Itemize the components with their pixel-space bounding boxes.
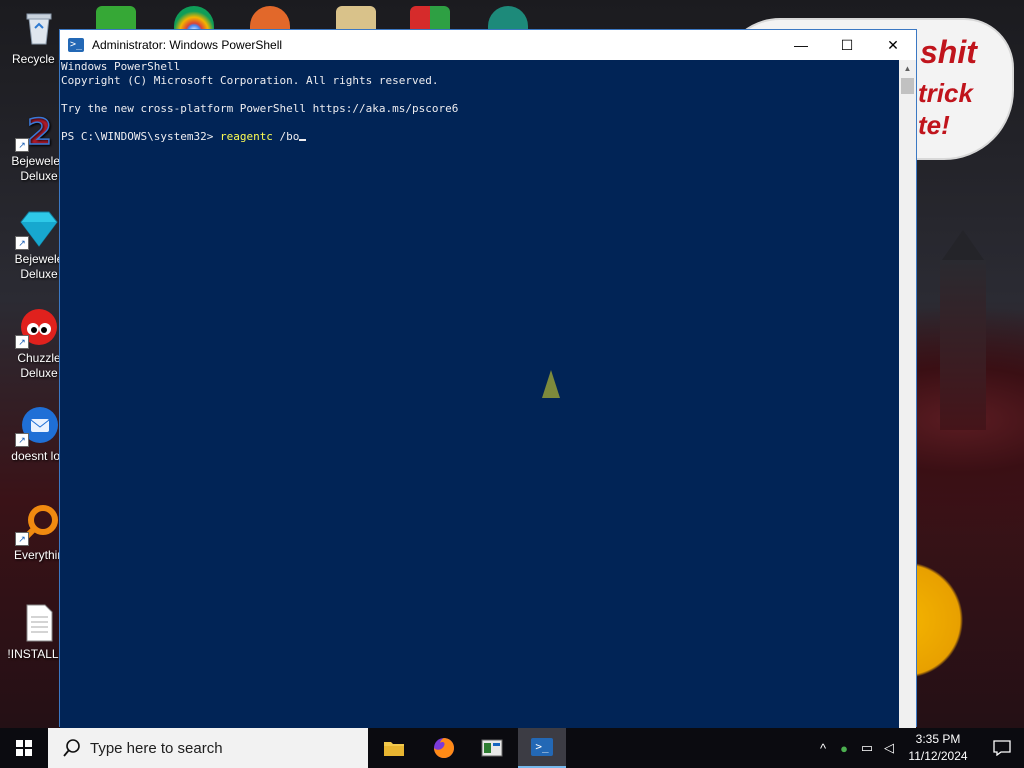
shortcut-arrow-icon: ↗ xyxy=(15,532,29,546)
console-line: Try the new cross-platform PowerShell ht… xyxy=(61,102,459,115)
taskbar-search-box[interactable]: Type here to search xyxy=(48,728,368,768)
chevron-up-icon[interactable]: ^ xyxy=(814,741,832,756)
windows-logo-icon xyxy=(16,740,32,756)
powershell-icon: >_ xyxy=(531,738,553,756)
powershell-window[interactable]: >_ Administrator: Windows PowerShell — ☐… xyxy=(59,29,917,728)
clock-time: 3:35 PM xyxy=(915,732,961,746)
taskbar-powershell[interactable]: >_ xyxy=(518,728,566,768)
taskbar-clock[interactable]: 3:35 PM 11/12/2024 xyxy=(906,731,970,765)
folder-icon xyxy=(384,742,404,756)
wallpaper-text-3: te! xyxy=(918,110,950,140)
system-tray: ^ ● ▭ ◁ xyxy=(814,728,900,768)
clock-date: 11/12/2024 xyxy=(908,749,968,763)
network-icon[interactable]: ▭ xyxy=(856,740,878,756)
wallpaper-text-2: trick xyxy=(918,78,973,108)
diamond-gem-icon: ↗ xyxy=(15,208,59,250)
people-icon[interactable]: ● xyxy=(832,741,856,756)
text-cursor xyxy=(299,139,307,141)
console-output[interactable]: Windows PowerShell Copyright (C) Microso… xyxy=(60,60,900,728)
taskbar-firefox[interactable] xyxy=(420,728,468,768)
start-button[interactable] xyxy=(0,728,48,768)
text-document-icon xyxy=(19,603,59,643)
taskbar-file-explorer[interactable] xyxy=(370,728,418,768)
thunderbird-icon: ↗ xyxy=(15,405,59,447)
wallpaper-text-1: shit xyxy=(920,34,977,70)
shortcut-arrow-icon: ↗ xyxy=(15,335,29,349)
window-titlebar[interactable]: >_ Administrator: Windows PowerShell — ☐… xyxy=(60,30,916,60)
taskbar: Type here to search >_ ^ ● ▭ ◁ 3:35 PM 1… xyxy=(0,728,1024,768)
window-title: Administrator: Windows PowerShell xyxy=(92,38,283,52)
firefox-icon xyxy=(434,738,454,758)
console-prompt: PS C:\WINDOWS\system32> xyxy=(61,130,220,143)
taskbar-app[interactable] xyxy=(468,728,516,768)
close-button[interactable]: ✕ xyxy=(870,30,916,60)
wizard-hat-cursor-icon xyxy=(542,370,560,398)
maximize-button[interactable]: ☐ xyxy=(824,30,870,60)
vertical-scrollbar[interactable]: ▲ xyxy=(899,60,916,728)
notification-icon xyxy=(993,740,1011,756)
window-app-icon xyxy=(481,739,503,757)
shortcut-arrow-icon: ↗ xyxy=(15,433,29,447)
console-line: Windows PowerShell xyxy=(61,60,181,73)
scroll-up-arrow-icon[interactable]: ▲ xyxy=(899,60,916,77)
bejeweled-2-icon: 2 ↗ xyxy=(15,110,59,154)
shortcut-arrow-icon: ↗ xyxy=(15,138,29,152)
search-icon xyxy=(62,738,82,758)
notification-center-button[interactable] xyxy=(980,728,1024,768)
recycle-bin-icon xyxy=(19,8,59,48)
console-command: reagentc xyxy=(219,130,273,143)
console-prompt-line[interactable]: PS C:\WINDOWS\system32> reagentc /bo xyxy=(61,130,900,144)
search-placeholder: Type here to search xyxy=(90,739,223,757)
powershell-icon: >_ xyxy=(68,38,84,52)
everything-search-icon: ↗ xyxy=(15,504,59,546)
scroll-thumb[interactable] xyxy=(901,78,914,94)
console-args: /bo xyxy=(272,130,300,143)
svg-text:2: 2 xyxy=(27,112,52,150)
chuzzle-icon: ↗ xyxy=(15,307,59,349)
shortcut-arrow-icon: ↗ xyxy=(15,236,29,250)
minimize-button[interactable]: — xyxy=(778,30,824,60)
volume-icon[interactable]: ◁ xyxy=(878,740,900,756)
wallpaper-tower xyxy=(940,230,986,430)
console-line: Copyright (C) Microsoft Corporation. All… xyxy=(61,74,439,87)
